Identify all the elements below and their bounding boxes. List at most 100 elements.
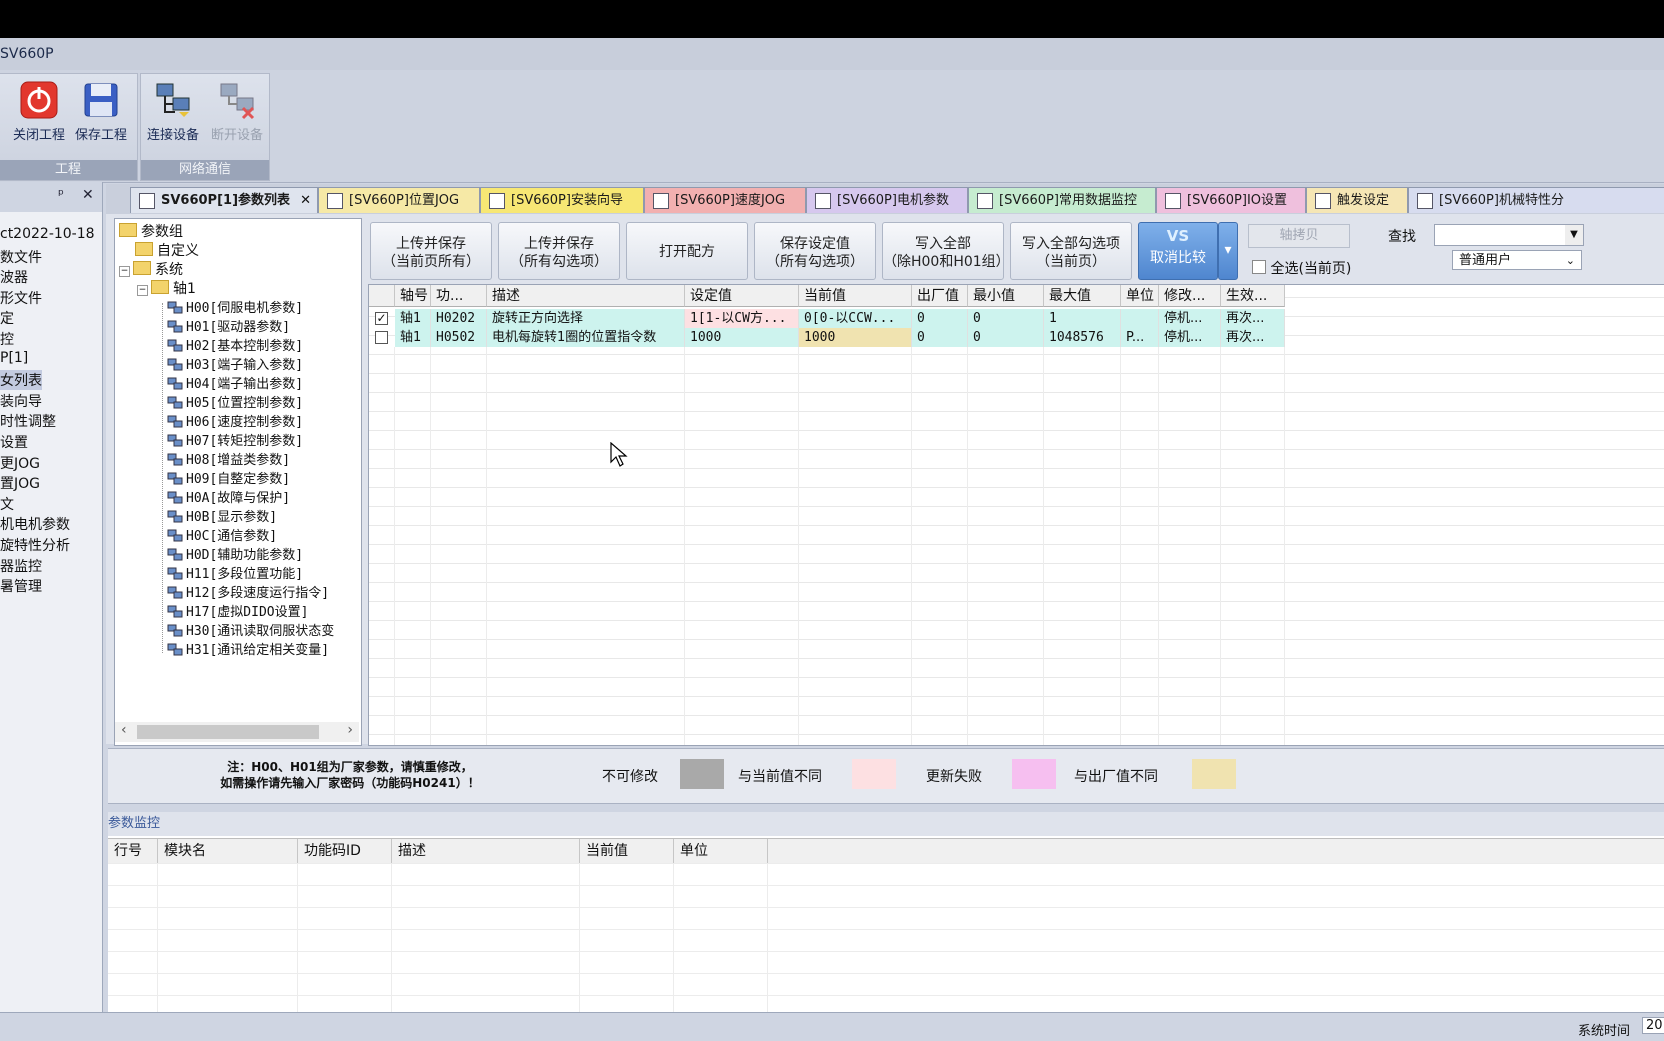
tab-3[interactable]: [SV660P]速度JOG: [644, 187, 806, 213]
left-nav-item[interactable]: 装向导: [0, 391, 42, 411]
close-icon[interactable]: ✕: [82, 187, 94, 203]
table-cell-factory[interactable]: 0: [912, 328, 968, 347]
select-all-checkbox[interactable]: 全选(当前页): [1252, 258, 1351, 278]
tree-param-group[interactable]: H0D[辅助功能参数]: [167, 544, 303, 563]
write-all-checked-button[interactable]: 写入全部勾选项 （当前页）: [1010, 222, 1132, 280]
left-nav-item[interactable]: 时性调整: [0, 411, 56, 431]
grid-header-8[interactable]: 单位: [1121, 285, 1159, 307]
table-cell-unit[interactable]: [1121, 309, 1159, 328]
tree-system[interactable]: − 系统: [119, 259, 183, 279]
table-row[interactable]: ✓ 轴1 H0202 旋转正方向选择 1[1-以CW方... 0[0-以CCW... 0 0 1…: [369, 309, 1664, 328]
collapse-icon[interactable]: −: [137, 285, 148, 296]
left-nav-item[interactable]: 器监控: [0, 556, 42, 576]
grid-header-9[interactable]: 修改...: [1159, 285, 1221, 307]
table-cell-factory[interactable]: 0: [912, 309, 968, 328]
compare-dropdown-button[interactable]: ▾: [1218, 222, 1238, 280]
tree-param-group[interactable]: H05[位置控制参数]: [167, 392, 303, 411]
tree-param-group[interactable]: H02[基本控制参数]: [167, 335, 303, 354]
monitor-col-3[interactable]: 描述: [392, 839, 580, 863]
tab-4[interactable]: [SV660P]电机参数: [806, 187, 968, 213]
axis-copy-button[interactable]: 轴拷贝: [1248, 224, 1350, 248]
save-setting-button[interactable]: 保存设定值 （所有勾选项）: [754, 222, 876, 280]
write-all-button[interactable]: 写入全部 （除H00和H01组）: [882, 222, 1010, 280]
left-nav-item[interactable]: 形文件: [0, 288, 42, 308]
left-nav-item[interactable]: 定: [0, 308, 14, 328]
left-nav-item[interactable]: 女列表: [0, 370, 42, 391]
table-row[interactable]: 轴1 H0502 电机每旋转1圈的位置指令数 1000 1000 0 0 1048576 P..…: [369, 328, 1664, 347]
tree-horizontal-scrollbar[interactable]: ‹ ›: [115, 722, 359, 742]
upload-save-checked-button[interactable]: 上传并保存 （所有勾选项）: [498, 222, 620, 280]
left-nav-item[interactable]: 文: [0, 494, 14, 514]
tab-6[interactable]: [SV660P]IO设置: [1156, 187, 1306, 213]
table-cell-min[interactable]: 0: [968, 309, 1044, 328]
table-cell-modify[interactable]: 停机...: [1159, 328, 1221, 347]
table-cell-code[interactable]: H0502: [431, 328, 487, 347]
tree-param-group[interactable]: H06[速度控制参数]: [167, 411, 303, 430]
pin-icon[interactable]: ᵖ: [58, 187, 64, 203]
close-project-button[interactable]: 关闭工程: [7, 80, 71, 150]
left-nav-item[interactable]: 旋特性分析: [0, 535, 70, 555]
tab-5[interactable]: [SV660P]常用数据监控: [968, 187, 1156, 213]
save-project-button[interactable]: 保存工程: [69, 80, 133, 150]
open-recipe-button[interactable]: 打开配方: [626, 222, 748, 280]
close-icon[interactable]: ✕: [300, 188, 311, 214]
search-input[interactable]: ▼: [1434, 224, 1584, 246]
grid-header-10[interactable]: 生效...: [1221, 285, 1285, 307]
tree-param-group[interactable]: H0C[通信参数]: [167, 525, 277, 544]
left-nav-item[interactable]: 更JOG: [0, 453, 40, 473]
tree-root[interactable]: 参数组: [119, 221, 183, 241]
monitor-col-1[interactable]: 模块名: [158, 839, 298, 863]
grid-header-1[interactable]: 功...: [431, 285, 487, 307]
upload-save-page-button[interactable]: 上传并保存 （当前页所有）: [370, 222, 492, 280]
left-nav-item[interactable]: 数文件: [0, 247, 42, 267]
row-checkbox[interactable]: ✓: [375, 312, 388, 325]
tree-param-group[interactable]: H03[端子输入参数]: [167, 354, 303, 373]
scroll-left-arrow-icon[interactable]: ‹: [121, 722, 127, 738]
tree-param-group[interactable]: H0B[显示参数]: [167, 506, 277, 525]
grid-header-0[interactable]: 轴号: [395, 285, 431, 307]
tree-param-group[interactable]: H17[虚拟DIDO设置]: [167, 601, 308, 620]
monitor-col-2[interactable]: 功能码ID: [298, 839, 392, 863]
table-cell-effect[interactable]: 再次...: [1221, 309, 1285, 328]
grid-header-3[interactable]: 设定值: [685, 285, 799, 307]
monitor-col-4[interactable]: 当前值: [580, 839, 674, 863]
scroll-right-arrow-icon[interactable]: ›: [347, 722, 353, 738]
table-cell-effect[interactable]: 再次...: [1221, 328, 1285, 347]
tree-axis[interactable]: − 轴1: [137, 278, 196, 298]
chevron-down-icon[interactable]: ▼: [1565, 225, 1583, 245]
tree-param-group[interactable]: H07[转矩控制参数]: [167, 430, 303, 449]
grid-header-7[interactable]: 最大值: [1044, 285, 1121, 307]
table-cell-set[interactable]: 1000: [685, 328, 799, 347]
user-level-select[interactable]: 普通用户 ⌄: [1452, 250, 1582, 270]
left-nav-item[interactable]: 控: [0, 329, 14, 349]
table-cell-set[interactable]: 1[1-以CW方...: [685, 309, 799, 328]
row-checkbox[interactable]: [375, 331, 388, 344]
cancel-compare-button[interactable]: VS 取消比较: [1138, 222, 1218, 280]
tab-8[interactable]: [SV660P]机械特性分: [1408, 187, 1664, 213]
tree-param-group[interactable]: H08[增益类参数]: [167, 449, 290, 468]
table-cell-code[interactable]: H0202: [431, 309, 487, 328]
grid-header-4[interactable]: 当前值: [799, 285, 912, 307]
tree-param-group[interactable]: H12[多段速度运行指令]: [167, 582, 329, 601]
tab-7[interactable]: 触发设定: [1306, 187, 1408, 213]
tree-param-group[interactable]: H31[通讯给定相关变量]: [167, 639, 329, 658]
grid-header-6[interactable]: 最小值: [968, 285, 1044, 307]
table-cell-unit[interactable]: P...: [1121, 328, 1159, 347]
left-nav-item[interactable]: 机电机参数: [0, 514, 70, 534]
left-nav-item[interactable]: ct2022-10-18: [0, 226, 95, 242]
collapse-icon[interactable]: −: [119, 266, 130, 277]
table-cell-desc[interactable]: 旋转正方向选择: [487, 309, 685, 328]
grid-header-5[interactable]: 出厂值: [912, 285, 968, 307]
table-cell-modify[interactable]: 停机...: [1159, 309, 1221, 328]
tree-custom[interactable]: 自定义: [135, 240, 199, 260]
tree-param-group[interactable]: H04[端子输出参数]: [167, 373, 303, 392]
left-nav-item[interactable]: 设置: [0, 432, 28, 452]
tree-param-group[interactable]: H01[驱动器参数]: [167, 316, 290, 335]
table-cell-min[interactable]: 0: [968, 328, 1044, 347]
table-cell-axis[interactable]: 轴1: [395, 309, 431, 328]
table-cell-max[interactable]: 1048576: [1044, 328, 1121, 347]
table-cell-current[interactable]: 0[0-以CCW...: [799, 309, 912, 328]
table-cell-max[interactable]: 1: [1044, 309, 1121, 328]
tree-param-group[interactable]: H0A[故障与保护]: [167, 487, 290, 506]
tab-2[interactable]: [SV660P]安装向导: [480, 187, 644, 213]
